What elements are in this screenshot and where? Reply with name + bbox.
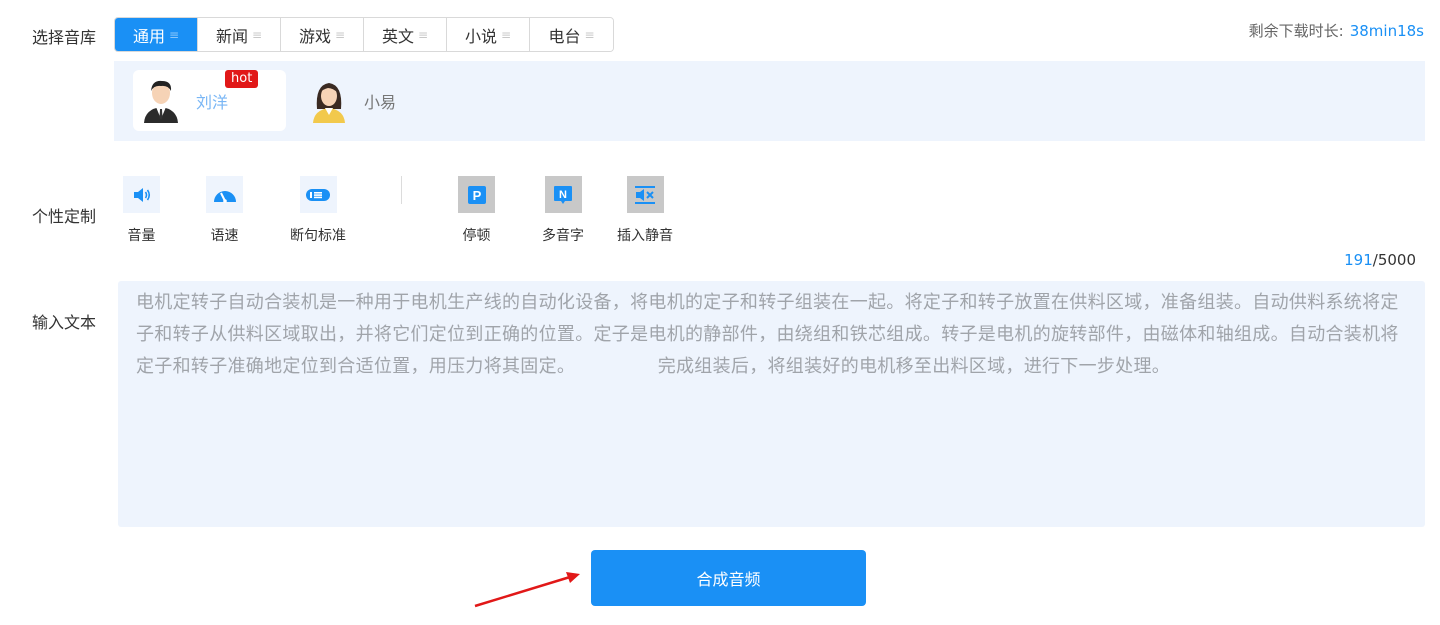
tab-label: 小说: [464, 26, 497, 46]
polyphone-n-icon: N: [554, 185, 572, 204]
voice-card-liuyang[interactable]: 刘洋 hot: [133, 70, 286, 131]
sentence-break-button[interactable]: 断句标准: [290, 176, 346, 245]
tab-radio[interactable]: 电台 ≡: [530, 18, 613, 51]
voice-name: 小易: [364, 92, 397, 112]
volume-icon: [133, 187, 150, 202]
tool-label: 停顿: [462, 228, 491, 244]
text-input-area[interactable]: 电机定转子自动合装机是一种用于电机生产线的自动化设备，将电机的定子和转子组装在一…: [118, 281, 1425, 527]
tab-news[interactable]: 新闻 ≡: [198, 18, 281, 51]
pause-p-icon: P: [467, 185, 486, 204]
svg-text:P: P: [472, 188, 481, 203]
male-avatar-icon: [144, 80, 178, 123]
pause-button[interactable]: P 停顿: [458, 176, 495, 245]
annotation-arrow-icon: [474, 572, 580, 608]
char-count-max: /5000: [1372, 251, 1416, 269]
tab-label: 新闻: [215, 26, 248, 46]
tab-label: 游戏: [298, 26, 331, 46]
sentence-break-icon: [306, 188, 330, 201]
tab-novel[interactable]: 小说 ≡: [447, 18, 530, 51]
char-count-current: 191: [1344, 251, 1373, 269]
voice-list: 刘洋 hot 小易: [114, 61, 1425, 141]
tab-english[interactable]: 英文 ≡: [364, 18, 447, 51]
tab-label: 电台: [548, 26, 581, 46]
volume-button[interactable]: 音量: [123, 176, 160, 245]
insert-silence-button[interactable]: 插入静音: [617, 176, 673, 245]
voice-name: 刘洋: [196, 92, 229, 112]
library-tabs: 通用 ≡ 新闻 ≡ 游戏 ≡ 英文 ≡ 小说 ≡ 电台 ≡: [114, 17, 614, 52]
tool-label: 断句标准: [290, 228, 346, 244]
menu-icon: ≡: [417, 27, 429, 42]
tab-label: 英文: [381, 26, 414, 46]
tab-games[interactable]: 游戏 ≡: [281, 18, 364, 51]
tool-divider: [401, 176, 402, 204]
input-label: 输入文本: [32, 313, 97, 332]
tool-label: 语速: [210, 228, 239, 244]
char-counter: 191/5000: [1344, 251, 1416, 269]
custom-label: 个性定制: [32, 207, 97, 226]
menu-icon: ≡: [500, 27, 512, 42]
insert-silence-icon: [635, 185, 655, 204]
tool-label: 多音字: [542, 228, 584, 244]
voice-card-xiaoyi[interactable]: 小易: [301, 70, 454, 131]
female-avatar-icon: [313, 82, 345, 123]
svg-text:N: N: [559, 189, 567, 201]
menu-icon: ≡: [584, 27, 595, 42]
remaining-label: 剩余下载时长:: [1248, 22, 1344, 40]
remaining-download-time: 剩余下载时长: 38min18s: [1249, 20, 1424, 41]
menu-icon: ≡: [251, 27, 263, 42]
hot-badge: hot: [225, 70, 259, 88]
speed-gauge-icon: [213, 190, 236, 203]
tab-label: 通用: [132, 26, 165, 46]
synthesize-audio-button[interactable]: 合成音频: [591, 550, 866, 606]
tool-label: 插入静音: [617, 228, 673, 244]
library-label: 选择音库: [32, 28, 97, 47]
polyphone-button[interactable]: N 多音字: [542, 176, 584, 245]
remaining-value: 38min18s: [1349, 22, 1424, 40]
menu-icon: ≡: [168, 27, 180, 42]
tab-general[interactable]: 通用 ≡: [115, 18, 198, 51]
menu-icon: ≡: [334, 27, 346, 42]
speed-button[interactable]: 语速: [206, 176, 243, 245]
tool-label: 音量: [127, 228, 156, 244]
